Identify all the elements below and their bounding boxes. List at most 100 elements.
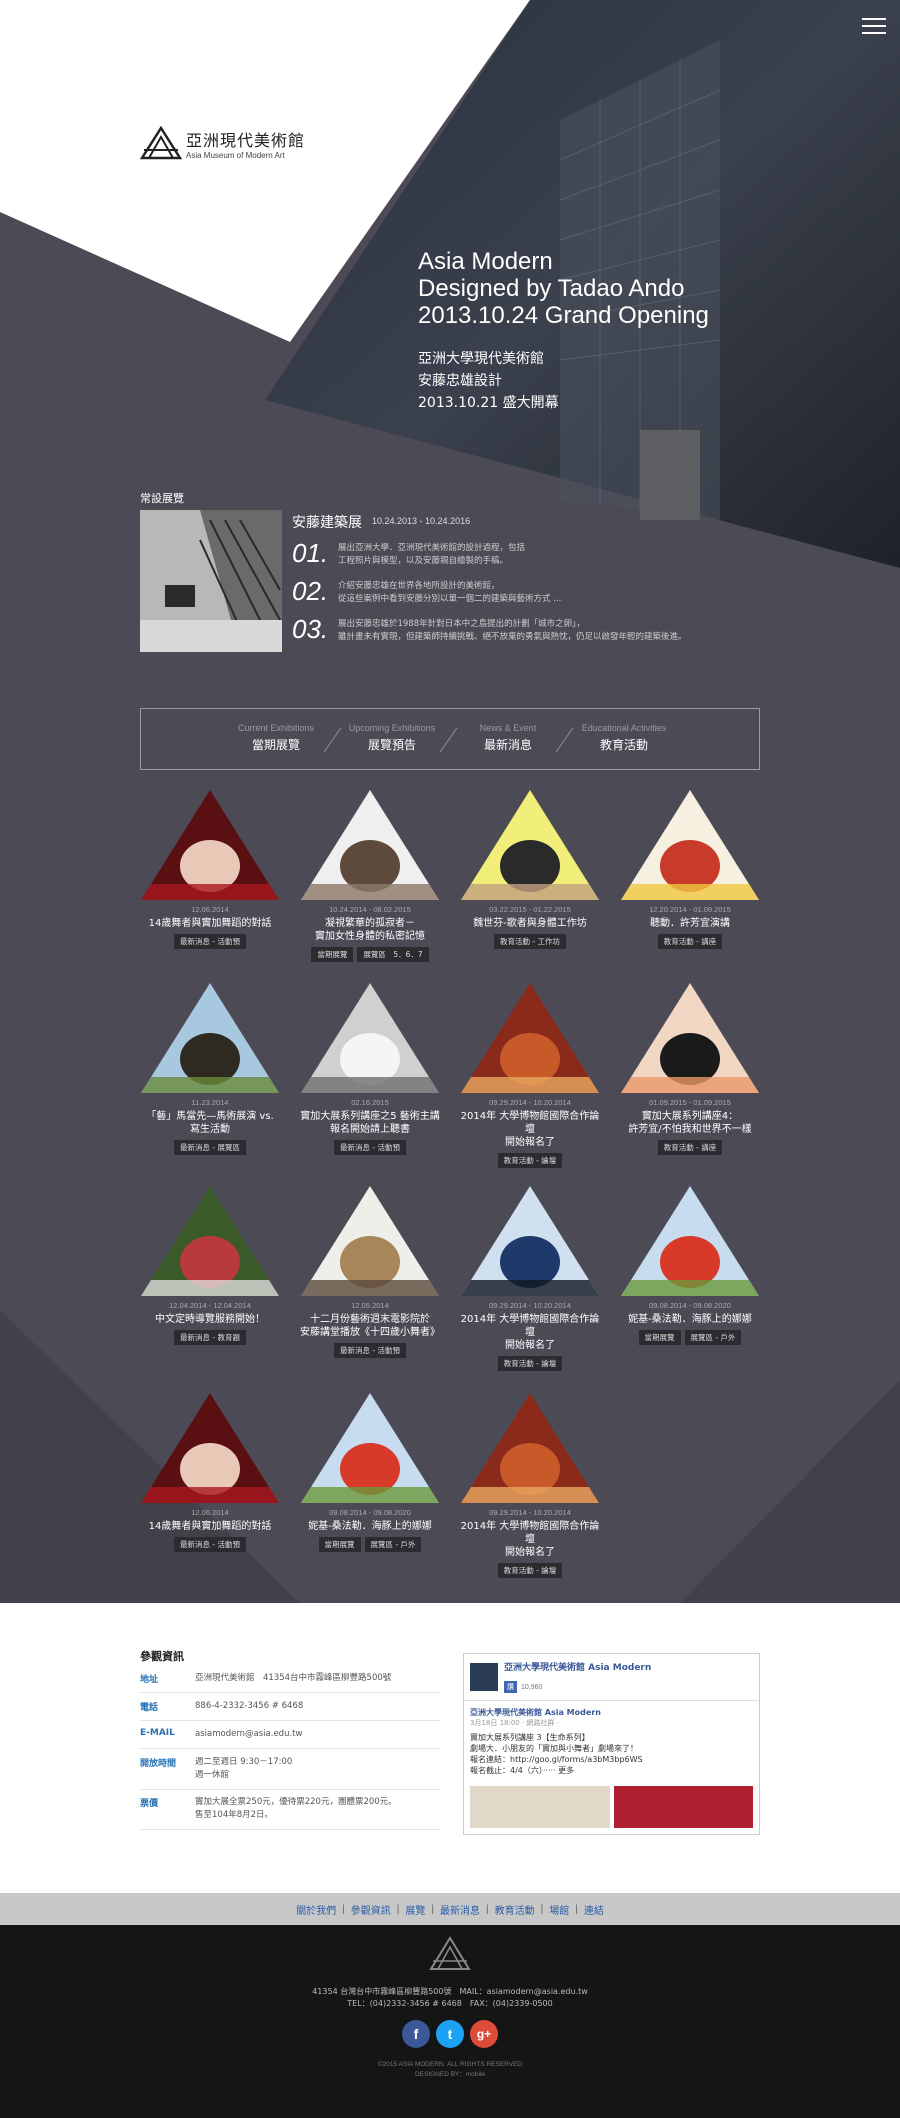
exhibition-card[interactable]: 09.08.2014 - 09.08.2020 妮基-桑法勒．海豚上的娜娜 當期展覽… bbox=[300, 1391, 440, 1552]
card-triangle-image[interactable] bbox=[140, 1184, 280, 1298]
facebook-post-image[interactable] bbox=[613, 1786, 753, 1828]
facebook-page-name[interactable]: 亞洲大學現代美術館 Asia Modern bbox=[504, 1660, 651, 1673]
facebook-post-author[interactable]: 亞洲大學現代美術館 Asia Modern bbox=[470, 1707, 753, 1718]
info-value[interactable]: asiamodern@asia.edu.tw bbox=[195, 1728, 302, 1741]
card-tag[interactable]: 展覽區 5．6．7 bbox=[357, 947, 429, 962]
card-title[interactable]: 聽動．許芳宜演講 bbox=[620, 917, 760, 930]
permanent-exhibition-image[interactable] bbox=[140, 510, 282, 652]
card-tag[interactable]: 教育活動 - 論壇 bbox=[497, 1356, 563, 1371]
info-value: 886-4-2332-3456 # 6468 bbox=[195, 1701, 304, 1711]
card-triangle-image[interactable] bbox=[460, 788, 600, 902]
permanent-item: 02. 介紹安藤忠雄在世界各地所設計的美術館， 從這些案例中看到安藤分別以單一個… bbox=[292, 578, 561, 606]
card-tag[interactable]: 教育活動 - 論壇 bbox=[497, 1153, 563, 1168]
card-tag[interactable]: 教育活動 - 講座 bbox=[657, 1140, 723, 1155]
nav-link[interactable]: 教育活動 bbox=[495, 1902, 535, 1917]
exhibition-card[interactable]: 03.22.2015 - 01.22.2015 魏世芬-歌者與身體工作坊 教育活動 … bbox=[460, 788, 600, 949]
hero-line-1: Asia Modern bbox=[418, 248, 553, 275]
card-title[interactable]: 竇加大展系列講座4： 許芳宜/不怕我和世界不一樣 bbox=[620, 1110, 760, 1136]
facebook-icon[interactable]: f bbox=[402, 2020, 430, 2048]
tab-current-exhibitions[interactable]: Current Exhibitions 當期展覽 bbox=[222, 723, 330, 769]
card-tag[interactable]: 展覽區 - 戶外 bbox=[364, 1537, 422, 1552]
card-triangle-image[interactable] bbox=[140, 788, 280, 902]
exhibition-card[interactable]: 10.24.2014 - 08.02.2015 凝視繁華的孤寂者－ 竇加女性身體的… bbox=[300, 788, 440, 962]
card-tag[interactable]: 當期展覽 bbox=[638, 1330, 681, 1345]
card-tag[interactable]: 當期展覽 bbox=[318, 1537, 361, 1552]
exhibition-card[interactable]: 12.04.2014 - 12.04.2014 中文定時導覽服務開始！ 最新消息 -… bbox=[140, 1184, 280, 1345]
info-key: 電話 bbox=[140, 1703, 159, 1713]
card-triangle-image[interactable] bbox=[140, 981, 280, 1095]
tab-news-event[interactable]: News & Event 最新消息 bbox=[439, 723, 562, 769]
exhibition-card[interactable]: 09.29.2014 - 10.20.2014 2014年 大學博物館國際合作論壇… bbox=[460, 1184, 600, 1371]
card-tag[interactable]: 最新消息 - 活動預 bbox=[334, 1140, 406, 1155]
nav-link[interactable]: 展覽 bbox=[405, 1902, 425, 1917]
card-triangle-image[interactable] bbox=[460, 1391, 600, 1505]
card-title[interactable]: 妮基-桑法勒．海豚上的娜娜 bbox=[620, 1313, 760, 1326]
card-triangle-image[interactable] bbox=[460, 1184, 600, 1298]
card-tag[interactable]: 最新消息 - 活動預 bbox=[174, 1537, 246, 1552]
card-tag[interactable]: 最新消息 - 活動預 bbox=[334, 1343, 406, 1358]
permanent-exhibition-date: 10.24.2013 - 10.24.2016 bbox=[372, 516, 471, 526]
permanent-exhibition-title[interactable]: 安藤建築展 bbox=[292, 512, 362, 532]
facebook-like-button[interactable]: 讚 bbox=[504, 1681, 517, 1693]
nav-link[interactable]: 連結 bbox=[584, 1902, 604, 1917]
card-title[interactable]: 「藝」馬當先—馬術展演 vs. 寫生活動 bbox=[140, 1110, 280, 1136]
card-tag[interactable]: 最新消息 - 展覽區 bbox=[174, 1140, 246, 1155]
card-tag[interactable]: 最新消息 - 活動預 bbox=[174, 934, 246, 949]
card-title[interactable]: 魏世芬-歌者與身體工作坊 bbox=[460, 917, 600, 930]
nav-link[interactable]: 場館 bbox=[549, 1902, 569, 1917]
card-triangle-image[interactable] bbox=[300, 1391, 440, 1505]
exhibition-card[interactable]: 12.05.2014 十二月份藝術週末電影院於 安藤講堂播放《十四歲小舞者》 最新消… bbox=[300, 1184, 440, 1358]
nav-link[interactable]: 參觀資訊 bbox=[351, 1902, 391, 1917]
hero-cn-line-3: 2013.10.21 盛大開幕 bbox=[418, 395, 559, 411]
card-triangle-image[interactable] bbox=[620, 981, 760, 1095]
hamburger-menu-icon[interactable] bbox=[862, 18, 886, 36]
card-triangle-image[interactable] bbox=[300, 1184, 440, 1298]
card-title[interactable]: 2014年 大學博物館國際合作論壇 開始報名了 bbox=[460, 1110, 600, 1149]
exhibition-card[interactable]: 12.20.2014 - 01.09.2015 聽動．許芳宜演講 教育活動 - 講座 bbox=[620, 788, 760, 949]
nav-link[interactable]: 最新消息 bbox=[440, 1902, 480, 1917]
tab-educational-activities[interactable]: Educational Activities 教育活動 bbox=[555, 723, 678, 769]
card-title[interactable]: 妮基-桑法勒．海豚上的娜娜 bbox=[300, 1520, 440, 1533]
card-tag[interactable]: 展覽區 - 戶外 bbox=[684, 1330, 742, 1345]
card-title[interactable]: 中文定時導覽服務開始！ bbox=[140, 1313, 280, 1326]
card-title[interactable]: 2014年 大學博物館國際合作論壇 開始報名了 bbox=[460, 1313, 600, 1352]
card-tag[interactable]: 教育活動 - 講座 bbox=[657, 934, 723, 949]
info-key: 地址 bbox=[140, 1675, 159, 1685]
permanent-item: 03. 展出安藤忠雄於1988年針對日本中之島提出的計劃「城市之卵」， 雖計畫未… bbox=[292, 616, 687, 644]
card-title[interactable]: 2014年 大學博物館國際合作論壇 開始報名了 bbox=[460, 1520, 600, 1559]
exhibition-card[interactable]: 12.06.2014 14歲舞者與竇加舞蹈的對話 最新消息 - 活動預 bbox=[140, 788, 280, 949]
exhibition-card[interactable]: 09.29.2014 - 10.20.2014 2014年 大學博物館國際合作論壇… bbox=[460, 1391, 600, 1578]
card-triangle-image[interactable] bbox=[140, 1391, 280, 1505]
google-plus-icon[interactable]: g+ bbox=[470, 2020, 498, 2048]
tab-upcoming-exhibitions[interactable]: Upcoming Exhibitions 展覽預告 bbox=[323, 723, 446, 769]
card-triangle-image[interactable] bbox=[620, 1184, 760, 1298]
card-triangle-image[interactable] bbox=[300, 981, 440, 1095]
card-title[interactable]: 凝視繁華的孤寂者－ 竇加女性身體的私密記憶 bbox=[300, 917, 440, 943]
card-triangle-image[interactable] bbox=[460, 981, 600, 1095]
facebook-post-image[interactable] bbox=[470, 1786, 610, 1828]
info-row-ticket: 票價 竇加大展全票250元，優待票220元，團體票200元。 售至104年8月2日… bbox=[140, 1791, 440, 1830]
card-tag[interactable]: 教育活動 - 工作坊 bbox=[494, 934, 566, 949]
card-title[interactable]: 14歲舞者與竇加舞蹈的對話 bbox=[140, 1520, 280, 1533]
exhibition-card[interactable]: 09.08.2014 - 09.08.2020 妮基-桑法勒．海豚上的娜娜 當期展覽… bbox=[620, 1184, 760, 1345]
item-text: 展出亞洲大學．亞洲現代美術館的設計過程，包括 工程照片與模型，以及安藤親自繪製的… bbox=[338, 543, 526, 566]
exhibition-card[interactable]: 02.16.2015 竇加大展系列講座之5 藝術主講 報名開始請上聽書 最新消息 -… bbox=[300, 981, 440, 1155]
card-triangle-image[interactable] bbox=[300, 788, 440, 902]
exhibition-card[interactable]: 11.23.2014 「藝」馬當先—馬術展演 vs. 寫生活動 最新消息 - 展覽區 bbox=[140, 981, 280, 1155]
nav-link[interactable]: 關於我們 bbox=[296, 1902, 336, 1917]
exhibition-card[interactable]: 09.29.2014 - 10.20.2014 2014年 大學博物館國際合作論壇… bbox=[460, 981, 600, 1168]
twitter-icon[interactable]: t bbox=[436, 2020, 464, 2048]
card-title[interactable]: 14歲舞者與竇加舞蹈的對話 bbox=[140, 917, 280, 930]
card-tag[interactable]: 最新消息 - 教育題 bbox=[174, 1330, 246, 1345]
card-title[interactable]: 十二月份藝術週末電影院於 安藤講堂播放《十四歲小舞者》 bbox=[300, 1313, 440, 1339]
site-logo[interactable]: 亞洲現代美術館 Asia Museum of Modern Art bbox=[140, 126, 305, 160]
exhibition-card[interactable]: 12.06.2014 14歲舞者與竇加舞蹈的對話 最新消息 - 活動預 bbox=[140, 1391, 280, 1552]
card-title[interactable]: 竇加大展系列講座之5 藝術主講 報名開始請上聽書 bbox=[300, 1110, 440, 1136]
info-key: E-MAIL bbox=[140, 1728, 175, 1738]
card-tag[interactable]: 教育活動 - 論壇 bbox=[497, 1563, 563, 1578]
facebook-widget[interactable]: 亞洲大學現代美術館 Asia Modern 讚 10,960 亞洲大學現代美術館 … bbox=[463, 1653, 760, 1835]
card-tag[interactable]: 當期展覽 bbox=[311, 947, 354, 962]
nav-separator: | bbox=[396, 1903, 400, 1915]
card-triangle-image[interactable] bbox=[620, 788, 760, 902]
exhibition-card[interactable]: 01.09.2015 - 01.09.2015 竇加大展系列講座4： 許芳宜/不怕… bbox=[620, 981, 760, 1155]
